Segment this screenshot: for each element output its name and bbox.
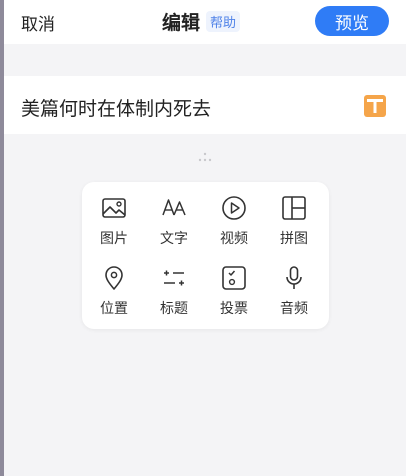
insert-video-button[interactable]: 视频 xyxy=(206,194,262,248)
preview-button[interactable]: 预览 xyxy=(315,6,389,36)
page-title: 编辑 xyxy=(162,12,201,34)
insert-image-label: 图片 xyxy=(100,231,128,247)
spacer xyxy=(4,44,406,76)
insert-menu: 图片 文字 视频 拼图 位置 标题 投票 音频 xyxy=(82,182,329,329)
insert-heading-label: 标题 xyxy=(160,301,188,317)
insert-audio-label: 音频 xyxy=(280,301,308,317)
video-icon xyxy=(222,196,246,220)
top-bar: 取消 编辑 帮助 预览 xyxy=(4,0,406,44)
insert-text-button[interactable]: 文字 xyxy=(146,194,202,248)
heading-icon xyxy=(164,270,184,286)
drag-handle-icon xyxy=(198,152,212,162)
location-icon xyxy=(105,266,123,290)
insert-collage-label: 拼图 xyxy=(280,231,308,247)
insert-vote-label: 投票 xyxy=(220,301,248,317)
vote-icon xyxy=(222,266,246,290)
insert-audio-button[interactable]: 音频 xyxy=(266,264,322,318)
help-button[interactable]: 帮助 xyxy=(206,11,241,32)
collage-icon xyxy=(282,196,306,220)
audio-icon xyxy=(286,266,302,289)
title-group: 编辑 帮助 xyxy=(162,8,241,35)
insert-image-button[interactable]: 图片 xyxy=(86,194,142,248)
article-title[interactable]: 美篇何时在体制内死去 xyxy=(21,94,211,121)
article-title-row[interactable]: 美篇何时在体制内死去 xyxy=(4,76,406,134)
image-icon xyxy=(102,198,126,218)
insert-text-label: 文字 xyxy=(160,231,188,247)
text-icon xyxy=(162,199,186,216)
insert-location-button[interactable]: 位置 xyxy=(86,264,142,318)
cancel-button[interactable]: 取消 xyxy=(21,10,55,35)
text-style-icon[interactable] xyxy=(364,95,386,117)
insert-location-label: 位置 xyxy=(100,301,128,317)
insert-vote-button[interactable]: 投票 xyxy=(206,264,262,318)
insert-heading-button[interactable]: 标题 xyxy=(146,264,202,318)
insert-collage-button[interactable]: 拼图 xyxy=(266,194,322,248)
insert-video-label: 视频 xyxy=(220,231,248,247)
